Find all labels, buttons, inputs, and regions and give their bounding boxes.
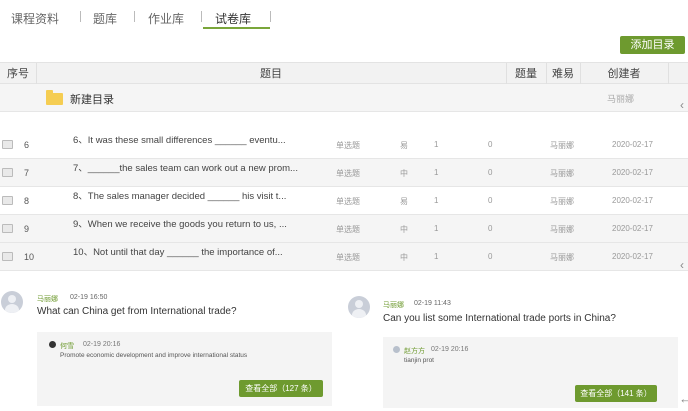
row-number: 6	[24, 140, 30, 150]
question-usage: 0	[488, 252, 493, 261]
question-count: 1	[434, 224, 439, 233]
add-folder-button[interactable]: 添加目录	[620, 36, 685, 54]
question-creator: 马丽娜	[550, 253, 574, 262]
avatar	[49, 341, 56, 348]
back-arrow-icon[interactable]: ←	[679, 391, 688, 406]
answer-box: 何雪 02-19 20:16 Promote economic developm…	[37, 332, 332, 406]
folder-row[interactable]: 新建目录 马丽娜	[0, 84, 688, 112]
tab-homework-bank[interactable]: 作业库	[148, 10, 184, 27]
question-count: 1	[434, 252, 439, 261]
header-count: 题量	[515, 68, 537, 80]
comment-author[interactable]: 马丽娜	[37, 294, 58, 304]
avatar	[348, 296, 370, 318]
question-type: 单选题	[336, 225, 360, 234]
question-type: 单选题	[336, 197, 360, 206]
tab-course-materials[interactable]: 课程资料	[11, 10, 59, 27]
question-type: 单选题	[336, 253, 360, 262]
row-checkbox[interactable]	[2, 140, 13, 149]
header-creator: 创建者	[607, 68, 641, 80]
question-usage: 0	[488, 196, 493, 205]
question-difficulty: 易	[400, 197, 408, 206]
tab-divider	[270, 11, 271, 22]
avatar	[1, 291, 23, 313]
active-tab-indicator	[203, 27, 270, 29]
question-date: 2020-02-17	[612, 252, 653, 261]
row-number: 8	[24, 196, 30, 206]
question-title[interactable]: 9、When we receive the goods you return t…	[73, 219, 313, 230]
question-creator: 马丽娜	[550, 225, 574, 234]
scroll-left-icon[interactable]: ‹	[680, 258, 684, 272]
folder-creator: 马丽娜	[607, 94, 635, 104]
question-count: 1	[434, 168, 439, 177]
row-number: 7	[24, 168, 30, 178]
row-checkbox[interactable]	[2, 252, 13, 261]
question-creator: 马丽娜	[550, 141, 574, 150]
table-row[interactable]: 10 10、Not until that day ______ the impo…	[0, 243, 688, 271]
question-creator: 马丽娜	[550, 169, 574, 178]
question-title[interactable]: 10、Not until that day ______ the importa…	[73, 247, 313, 258]
table-row[interactable]: 6 6、It was these small differences _____…	[0, 131, 688, 159]
column-divider	[668, 63, 669, 85]
answer-text: Promote economic development and improve…	[60, 352, 248, 359]
question-difficulty: 易	[400, 141, 408, 150]
question-title[interactable]: 7、______the sales team can work out a ne…	[73, 163, 313, 174]
question-usage: 0	[488, 140, 493, 149]
tab-exam-bank[interactable]: 试卷库	[215, 10, 251, 27]
answer-time: 02-19 20:16	[431, 346, 469, 353]
comment-question[interactable]: Can you list some International trade po…	[383, 313, 616, 324]
top-tabs: 课程资料 题库 作业库 试卷库	[0, 0, 688, 30]
question-creator: 马丽娜	[550, 197, 574, 206]
avatar	[393, 346, 400, 353]
folder-icon	[46, 90, 63, 105]
tab-divider	[201, 11, 202, 22]
question-count: 1	[434, 196, 439, 205]
question-usage: 0	[488, 168, 493, 177]
question-count: 1	[434, 140, 439, 149]
row-checkbox[interactable]	[2, 168, 13, 177]
answer-author: 何雪	[60, 343, 74, 350]
question-title[interactable]: 8、The sales manager decided ______ his v…	[73, 191, 313, 202]
question-date: 2020-02-17	[612, 196, 653, 205]
question-usage: 0	[488, 224, 493, 233]
header-difficulty: 难易	[552, 68, 574, 80]
answer-box: 赵方方 02-19 20:16 tianjin prot 查看全部（141 条）	[383, 337, 678, 408]
header-title: 题目	[260, 68, 282, 80]
question-date: 2020-02-17	[612, 224, 653, 233]
view-all-button[interactable]: 查看全部（141 条）	[575, 385, 657, 402]
table-header: 序号 题目 题量 难易 创建者	[0, 62, 688, 85]
tab-question-bank[interactable]: 题库	[93, 10, 117, 27]
comment-question[interactable]: What can China get from International tr…	[37, 306, 237, 317]
answer-text: tianjin prot	[404, 357, 434, 364]
answer-author: 赵方方	[404, 348, 425, 355]
comment-author[interactable]: 马丽娜	[383, 300, 404, 310]
question-date: 2020-02-17	[612, 140, 653, 149]
question-difficulty: 中	[400, 169, 408, 178]
row-number: 10	[24, 252, 35, 262]
question-type: 单选题	[336, 141, 360, 150]
question-title[interactable]: 6、It was these small differences ______ …	[73, 135, 313, 146]
question-date: 2020-02-17	[612, 168, 653, 177]
table-row[interactable]: 9 9、When we receive the goods you return…	[0, 215, 688, 243]
question-difficulty: 中	[400, 225, 408, 234]
scroll-left-icon[interactable]: ‹	[680, 98, 684, 112]
comment-time: 02-19 16:50	[70, 294, 108, 301]
header-index: 序号	[7, 68, 29, 80]
comment-time: 02-19 11:43	[414, 300, 451, 307]
row-number: 9	[24, 224, 30, 234]
tab-divider	[80, 11, 81, 22]
question-type: 单选题	[336, 169, 360, 178]
answer-time: 02-19 20:16	[83, 341, 121, 348]
question-difficulty: 中	[400, 253, 408, 262]
row-checkbox[interactable]	[2, 224, 13, 233]
row-checkbox[interactable]	[2, 196, 13, 205]
table-row[interactable]: 8 8、The sales manager decided ______ his…	[0, 187, 688, 215]
view-all-button[interactable]: 查看全部（127 条）	[239, 380, 323, 397]
folder-name[interactable]: 新建目录	[70, 91, 114, 107]
table-row[interactable]: 7 7、______the sales team can work out a …	[0, 159, 688, 187]
tab-divider	[134, 11, 135, 22]
